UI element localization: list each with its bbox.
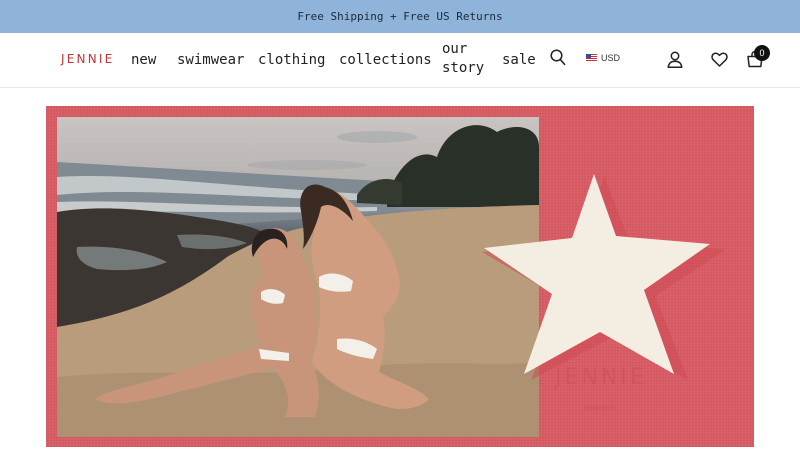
nav-sale[interactable]: sale <box>502 51 536 70</box>
currency-label: USD <box>601 53 621 63</box>
hero-brand-text: JENNIE <box>555 365 647 390</box>
nav-collections[interactable]: collections <box>339 51 432 70</box>
site-header: JENNIE new swimwear clothing collections… <box>0 33 800 88</box>
nav-clothing[interactable]: clothing <box>258 51 325 70</box>
announcement-text: Free Shipping + Free US Returns <box>297 10 503 23</box>
nav-new[interactable]: new <box>131 51 156 70</box>
search-icon[interactable] <box>550 49 566 67</box>
logo[interactable]: JENNIE <box>61 52 114 66</box>
currency-selector[interactable]: USD <box>586 53 620 63</box>
us-flag-icon <box>586 54 597 62</box>
cart-count-badge: 0 <box>754 45 770 61</box>
nav-swimwear[interactable]: swimwear <box>177 51 244 70</box>
hero-subtitle: now live <box>583 403 615 412</box>
announcement-bar: Free Shipping + Free US Returns <box>0 0 800 33</box>
account-icon[interactable] <box>667 51 683 68</box>
wishlist-icon[interactable] <box>711 52 728 67</box>
hero-banner[interactable]: JENNIE now live <box>46 106 754 447</box>
nav-our-story[interactable]: our story <box>442 40 484 78</box>
